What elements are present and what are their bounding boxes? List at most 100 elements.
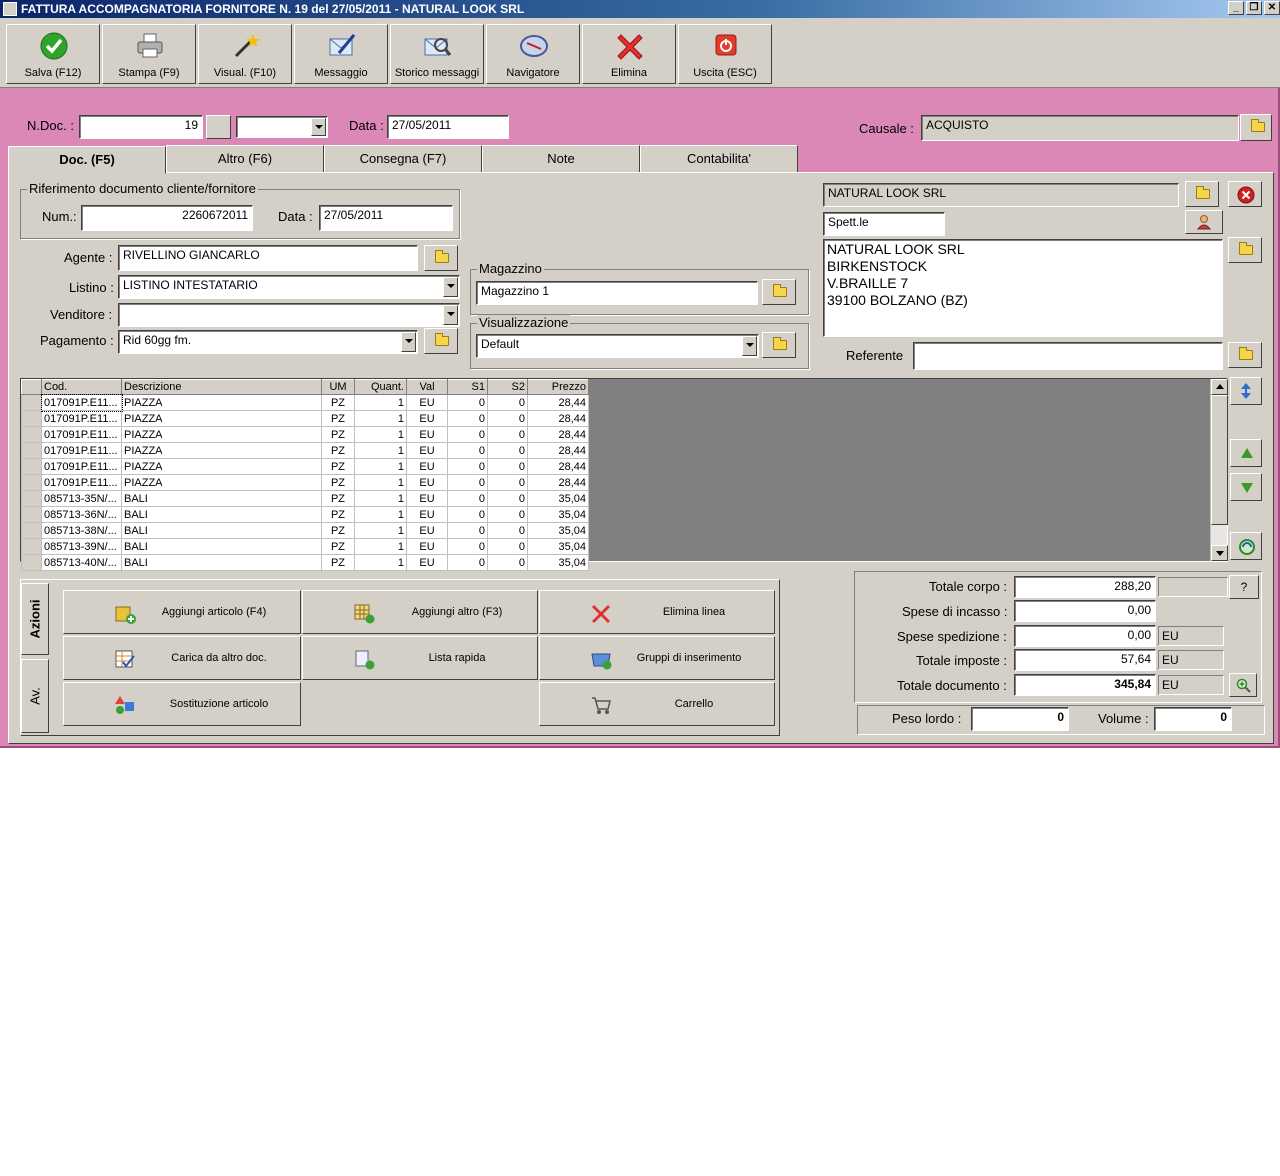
cell-quantity[interactable]: 1	[354, 474, 407, 491]
listino-select[interactable]: LISTINO INTESTATARIO	[118, 275, 460, 299]
exit-button[interactable]: Uscita (ESC)	[678, 24, 772, 84]
cell-um[interactable]: PZ	[321, 538, 355, 555]
cell-currency[interactable]: EU	[406, 442, 448, 459]
cart-button[interactable]: Carrello	[539, 682, 775, 726]
payment-browse-button[interactable]	[424, 328, 458, 354]
cell-s1[interactable]: 0	[447, 538, 488, 555]
row-selector[interactable]	[21, 490, 42, 507]
cell-price[interactable]: 35,04	[527, 490, 589, 507]
tab-altro[interactable]: Altro (F6)	[166, 145, 324, 173]
col-price-header[interactable]: Prezzo	[527, 379, 589, 395]
cell-s2[interactable]: 0	[487, 474, 528, 491]
cell-um[interactable]: PZ	[321, 458, 355, 475]
row-selector[interactable]	[21, 506, 42, 523]
save-button[interactable]: Salva (F12)	[6, 24, 100, 84]
gross-weight-input[interactable]: 0	[971, 707, 1069, 731]
col-s2-header[interactable]: S2	[487, 379, 528, 395]
cell-s1[interactable]: 0	[447, 442, 488, 459]
row-selector[interactable]	[21, 442, 42, 459]
cell-price[interactable]: 28,44	[527, 442, 589, 459]
chevron-down-icon[interactable]	[311, 118, 326, 136]
minimize-button[interactable]: _	[1228, 1, 1244, 15]
cell-um[interactable]: PZ	[321, 522, 355, 539]
cell-currency[interactable]: EU	[406, 522, 448, 539]
cell-currency[interactable]: EU	[406, 426, 448, 443]
cell-code[interactable]: 017091P.E11...	[41, 442, 122, 459]
table-row[interactable]: 017091P.E11... PIAZZA PZ 1 EU 0 0 28,44	[21, 426, 589, 443]
cell-currency[interactable]: EU	[406, 458, 448, 475]
refresh-button[interactable]	[1230, 532, 1262, 560]
col-um-header[interactable]: UM	[321, 379, 355, 395]
cell-s2[interactable]: 0	[487, 522, 528, 539]
cell-s2[interactable]: 0	[487, 506, 528, 523]
cell-um[interactable]: PZ	[321, 426, 355, 443]
cell-code[interactable]: 017091P.E11...	[41, 474, 122, 491]
cell-s2[interactable]: 0	[487, 458, 528, 475]
supplier-browse-button[interactable]	[1185, 181, 1219, 207]
zoom-total-button[interactable]	[1229, 673, 1257, 697]
cell-price[interactable]: 35,04	[527, 554, 589, 571]
delete-button[interactable]: Elimina	[582, 24, 676, 84]
table-row[interactable]: 017091P.E11... PIAZZA PZ 1 EU 0 0 28,44	[21, 474, 589, 491]
cell-um[interactable]: PZ	[321, 506, 355, 523]
volume-input[interactable]: 0	[1154, 707, 1232, 731]
cell-s1[interactable]: 0	[447, 458, 488, 475]
cell-code[interactable]: 085713-39N/...	[41, 538, 122, 555]
cell-s1[interactable]: 0	[447, 554, 488, 571]
ndoc-input[interactable]: 19	[79, 115, 203, 139]
tab-doc[interactable]: Doc. (F5)	[8, 146, 166, 174]
add-other-button[interactable]: Aggiungi altro (F3)	[302, 590, 538, 634]
cell-s2[interactable]: 0	[487, 538, 528, 555]
message-history-button[interactable]: Storico messaggi	[390, 24, 484, 84]
cell-s1[interactable]: 0	[447, 522, 488, 539]
cell-description[interactable]: PIAZZA	[121, 474, 322, 491]
quick-list-button[interactable]: Lista rapida	[302, 636, 538, 680]
table-row[interactable]: 085713-39N/... BALI PZ 1 EU 0 0 35,04	[21, 538, 589, 555]
cell-currency[interactable]: EU	[406, 474, 448, 491]
close-window-button[interactable]: ✕	[1264, 1, 1280, 15]
row-selector[interactable]	[21, 474, 42, 491]
cell-code[interactable]: 017091P.E11...	[40, 393, 123, 412]
cell-s2[interactable]: 0	[487, 554, 528, 571]
referent-input[interactable]	[913, 342, 1223, 370]
cell-description[interactable]: BALI	[121, 554, 322, 571]
chevron-down-icon[interactable]	[443, 305, 458, 325]
cell-price[interactable]: 35,04	[527, 538, 589, 555]
agent-browse-button[interactable]	[424, 245, 458, 271]
cell-description[interactable]: BALI	[121, 506, 322, 523]
date-input[interactable]: 27/05/2011	[387, 115, 509, 139]
table-row[interactable]: 085713-38N/... BALI PZ 1 EU 0 0 35,04	[21, 522, 589, 539]
cell-description[interactable]: PIAZZA	[121, 394, 322, 411]
cell-price[interactable]: 35,04	[527, 522, 589, 539]
row-selector[interactable]	[21, 410, 42, 427]
cell-description[interactable]: BALI	[121, 538, 322, 555]
row-selector[interactable]	[21, 522, 42, 539]
cell-s2[interactable]: 0	[487, 490, 528, 507]
row-selector[interactable]	[21, 394, 42, 411]
row-selector[interactable]	[21, 426, 42, 443]
col-s1-header[interactable]: S1	[447, 379, 488, 395]
cell-um[interactable]: PZ	[321, 490, 355, 507]
cell-quantity[interactable]: 1	[354, 490, 407, 507]
table-row[interactable]: 085713-40N/... BALI PZ 1 EU 0 0 35,04	[21, 554, 589, 571]
cell-currency[interactable]: EU	[406, 538, 448, 555]
cell-um[interactable]: PZ	[321, 442, 355, 459]
salutation-input[interactable]: Spett.le	[823, 212, 945, 236]
scroll-up-button[interactable]	[1211, 379, 1228, 395]
cell-quantity[interactable]: 1	[354, 554, 407, 571]
replace-item-button[interactable]: Sostituzione articolo	[63, 682, 301, 726]
tab-consegna[interactable]: Consegna (F7)	[324, 145, 482, 173]
cell-price[interactable]: 28,44	[527, 394, 589, 411]
contact-button[interactable]	[1185, 210, 1223, 234]
cell-quantity[interactable]: 1	[354, 522, 407, 539]
add-item-button[interactable]: Aggiungi articolo (F4)	[63, 590, 301, 634]
supplier-clear-button[interactable]	[1228, 181, 1262, 207]
address-browse-button[interactable]	[1228, 237, 1262, 263]
cell-s1[interactable]: 0	[447, 490, 488, 507]
reference-date-input[interactable]: 27/05/2011	[319, 205, 453, 231]
agent-input[interactable]: RIVELLINO GIANCARLO	[118, 245, 418, 271]
causale-input[interactable]: ACQUISTO	[921, 115, 1239, 141]
payment-select[interactable]: Rid 60gg fm.	[118, 330, 418, 354]
insert-groups-button[interactable]: Gruppi di inserimento	[539, 636, 775, 680]
cell-price[interactable]: 28,44	[527, 426, 589, 443]
